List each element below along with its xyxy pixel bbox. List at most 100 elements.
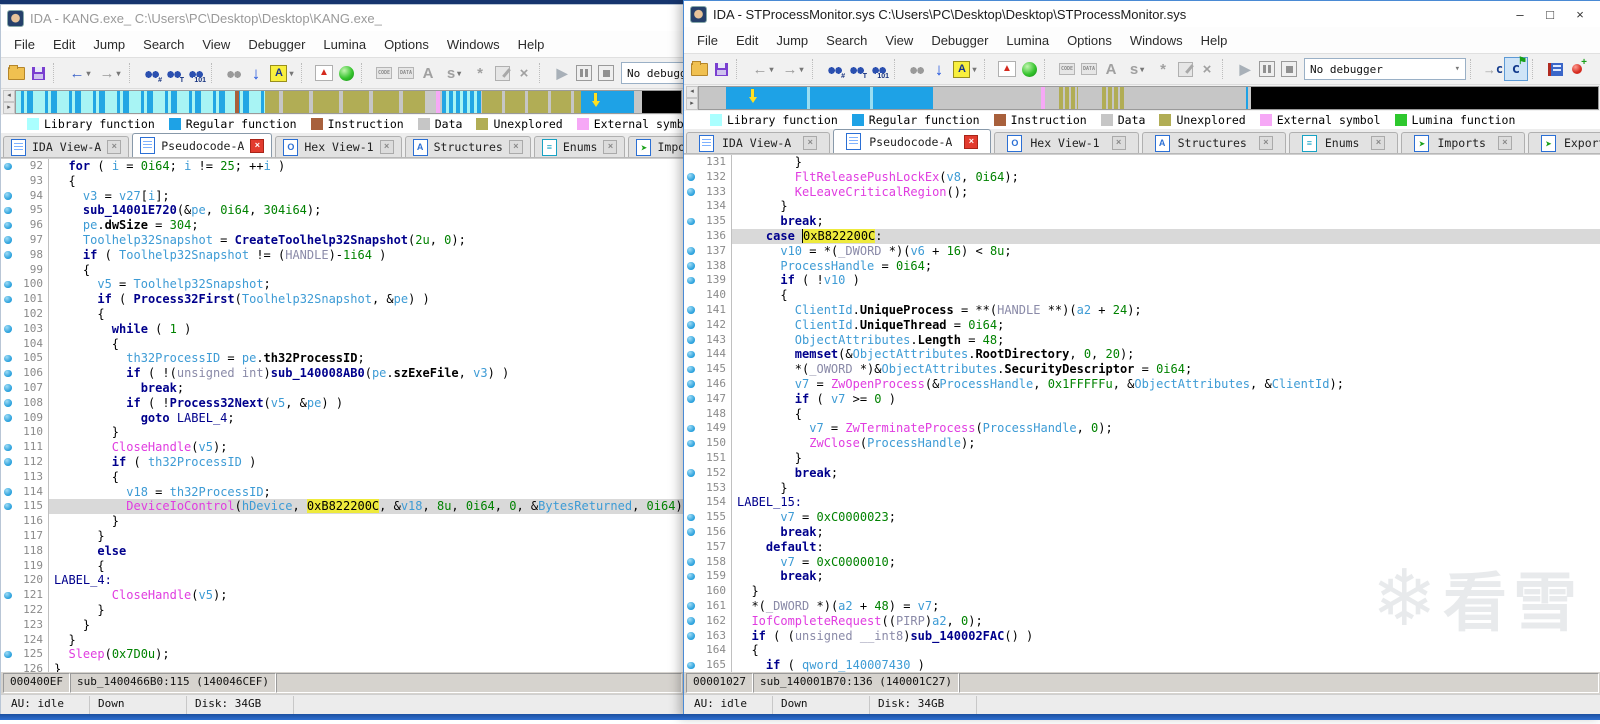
add-breakpoint-icon[interactable]: +	[1566, 58, 1588, 80]
lumina-icon[interactable]	[335, 62, 357, 84]
make-struct-icon[interactable]: s▾	[1122, 58, 1152, 80]
menu-item[interactable]: View	[193, 37, 239, 52]
code-text[interactable]: goto LABEL_4;	[49, 411, 684, 426]
code-text[interactable]: IofCompleteRequest((PIRP)a2, 0);	[732, 614, 1600, 629]
code-text[interactable]: v5 = Toolhelp32Snapshot;	[49, 277, 684, 292]
code-line-149[interactable]: 149 v7 = ZwTerminateProcess(ProcessHandl…	[684, 421, 1600, 436]
navigate-back-icon[interactable]: ←▾	[65, 62, 95, 84]
menu-item[interactable]: View	[876, 33, 922, 48]
code-text[interactable]: if ( !v10 )	[732, 273, 1600, 288]
rename-icon[interactable]: A▾	[950, 58, 980, 80]
code-line-140[interactable]: 140 {	[684, 288, 1600, 303]
breakpoint-gutter[interactable]	[684, 451, 697, 466]
code-line-143[interactable]: 143 ObjectAttributes.Length = 48;	[684, 333, 1600, 348]
breakpoint-gutter[interactable]	[1, 337, 14, 352]
window-kang-exe[interactable]: IDA - KANG.exe_ C:\Users\PC\Desktop\Desk…	[0, 4, 684, 718]
titlebar[interactable]: IDA - STProcessMonitor.sys C:\Users\PC\D…	[684, 1, 1600, 27]
breakpoint-gutter[interactable]	[1, 263, 14, 278]
search-address-icon[interactable]: #	[824, 58, 846, 80]
make-ascii-icon[interactable]: A	[417, 62, 439, 84]
code-text[interactable]: *(_DWORD *)(a2 + 48) = v7;	[732, 599, 1600, 614]
debug-stop-icon[interactable]	[1278, 58, 1300, 80]
breakpoint-dot-icon[interactable]	[684, 599, 697, 614]
breakpoint-gutter[interactable]	[684, 584, 697, 599]
view-tab[interactable]: Structures ×	[1142, 132, 1286, 153]
code-text[interactable]: {	[49, 559, 684, 574]
make-data-icon[interactable]: DATA	[395, 62, 417, 84]
code-line-98[interactable]: 98 if ( Toolhelp32Snapshot != (HANDLE)-1…	[1, 248, 684, 263]
code-line-96[interactable]: 96 pe.dwSize = 304;	[1, 218, 684, 233]
view-tab[interactable]: Pseudocode-A ×	[833, 129, 991, 153]
code-line-144[interactable]: 144 memset(&ObjectAttributes.RootDirecto…	[684, 347, 1600, 362]
breakpoint-gutter[interactable]	[1, 603, 14, 618]
code-text[interactable]: DeviceIoControl(hDevice, 0xB822200C, &v1…	[49, 499, 684, 514]
breakpoint-dot-icon[interactable]	[684, 185, 697, 200]
code-text[interactable]: }	[732, 199, 1600, 214]
code-text[interactable]: if ( (unsigned __int8)sub_140002FAC() )	[732, 629, 1600, 644]
code-text[interactable]: }	[49, 514, 684, 529]
view-tab[interactable]: Hex View-1 ×	[275, 136, 401, 157]
code-text[interactable]: ZwClose(ProcessHandle);	[732, 436, 1600, 451]
breakpoint-dot-icon[interactable]	[1, 366, 14, 381]
code-text[interactable]: v3 = v27[i];	[49, 189, 684, 204]
code-line-113[interactable]: 113 {	[1, 470, 684, 485]
code-line-106[interactable]: 106 if ( !(unsigned int)sub_140008AB0(pe…	[1, 366, 684, 381]
jump-address-icon[interactable]: ↓	[928, 58, 950, 80]
breakpoint-dot-icon[interactable]	[1, 322, 14, 337]
code-text[interactable]: if ( qword_140007430 )	[732, 658, 1600, 672]
pseudocode-view[interactable]: 131 }132 FltReleasePushLockEx(v8, 0i64);…	[684, 154, 1600, 672]
breakpoint-dot-icon[interactable]	[1, 203, 14, 218]
breakpoint-gutter[interactable]	[684, 540, 697, 555]
window-stprocessmonitor-sys[interactable]: IDA - STProcessMonitor.sys C:\Users\PC\D…	[683, 0, 1600, 718]
tab-close-icon[interactable]: ×	[1112, 136, 1126, 150]
breakpoint-dot-icon[interactable]	[684, 658, 697, 672]
code-text[interactable]: if ( Toolhelp32Snapshot != (HANDLE)-1i64…	[49, 248, 684, 263]
search-again-icon[interactable]	[906, 58, 928, 80]
breakpoint-dot-icon[interactable]	[684, 214, 697, 229]
breakpoint-dot-icon[interactable]	[1, 159, 14, 174]
code-text[interactable]: }	[732, 481, 1600, 496]
code-text[interactable]: if ( !(unsigned int)sub_140008AB0(pe.szE…	[49, 366, 684, 381]
breakpoint-dot-icon[interactable]	[1, 440, 14, 455]
code-text[interactable]: }	[732, 451, 1600, 466]
code-line-163[interactable]: 163 if ( (unsigned __int8)sub_140002FAC(…	[684, 629, 1600, 644]
debugger-select[interactable]: No debugger▾	[1304, 58, 1466, 80]
debug-start-icon[interactable]: ▶	[1234, 58, 1256, 80]
problems-icon[interactable]: ▲	[313, 62, 335, 84]
menu-item[interactable]: Help	[1192, 33, 1237, 48]
code-line-104[interactable]: 104 {	[1, 337, 684, 352]
view-tab[interactable]: IDA View-A ×	[686, 132, 830, 153]
view-tab[interactable]: Imports ×	[1401, 132, 1524, 153]
code-text[interactable]: ClientId.UniqueThread = 0i64;	[732, 318, 1600, 333]
rename-icon[interactable]: A▾	[267, 62, 297, 84]
code-line-151[interactable]: 151 }	[684, 451, 1600, 466]
menu-item[interactable]: Options	[1058, 33, 1121, 48]
code-text[interactable]: break;	[732, 466, 1600, 481]
view-tab[interactable]: Structures ×	[405, 136, 531, 157]
edit-icon[interactable]	[1174, 58, 1196, 80]
breakpoint-gutter[interactable]	[1, 470, 14, 485]
band-scroll-right-icon[interactable]: ▸	[686, 98, 698, 110]
breakpoint-gutter[interactable]	[1, 307, 14, 322]
code-text[interactable]: ObjectAttributes.Length = 48;	[732, 333, 1600, 348]
undefine-icon[interactable]: ×	[513, 62, 535, 84]
code-text[interactable]: KeLeaveCriticalRegion();	[732, 185, 1600, 200]
band-scroll-right-icon[interactable]: ▸	[3, 102, 15, 114]
problems-icon[interactable]: ▲	[996, 58, 1018, 80]
breakpoint-gutter[interactable]	[1, 573, 14, 588]
breakpoint-gutter[interactable]	[684, 495, 697, 510]
code-line-116[interactable]: 116 }	[1, 514, 684, 529]
code-text[interactable]: }	[49, 603, 684, 618]
breakpoint-gutter[interactable]	[684, 643, 697, 658]
debug-start-icon[interactable]: ▶	[551, 62, 573, 84]
menu-item[interactable]: Search	[817, 33, 876, 48]
breakpoint-dot-icon[interactable]	[1, 499, 14, 514]
code-text[interactable]: ProcessHandle = 0i64;	[732, 259, 1600, 274]
code-text[interactable]: break;	[732, 525, 1600, 540]
breakpoint-gutter[interactable]	[1, 425, 14, 440]
tab-close-icon[interactable]: ×	[1371, 136, 1385, 150]
breakpoint-dot-icon[interactable]	[684, 377, 697, 392]
breakpoint-dot-icon[interactable]	[1, 351, 14, 366]
code-text[interactable]: FltReleasePushLockEx(v8, 0i64);	[732, 170, 1600, 185]
code-line-101[interactable]: 101 if ( Process32First(Toolhelp32Snapsh…	[1, 292, 684, 307]
